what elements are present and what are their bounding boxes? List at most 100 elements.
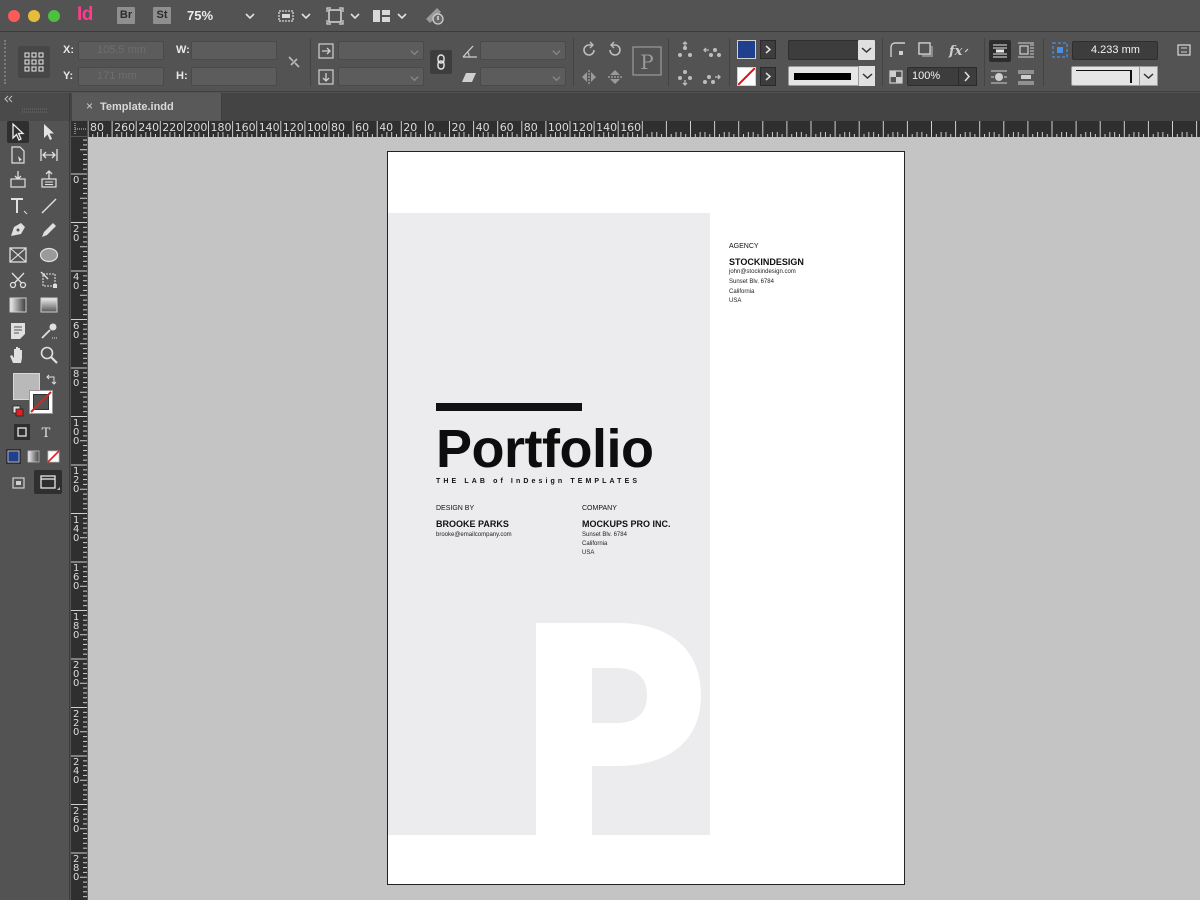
gap-spacing-field[interactable]: 4.233 mm bbox=[1072, 41, 1158, 60]
view-options-dropdown-icon[interactable] bbox=[301, 11, 311, 21]
select-previous-object-icon[interactable] bbox=[702, 40, 722, 60]
direct-selection-tool-icon[interactable] bbox=[38, 121, 60, 143]
y-position-field[interactable]: 171 mm bbox=[78, 67, 164, 86]
formatting-affects-container-icon[interactable] bbox=[11, 421, 33, 443]
shear-field[interactable] bbox=[480, 67, 566, 86]
agency-country[interactable]: USA bbox=[729, 297, 741, 307]
rotation-angle-icon[interactable] bbox=[460, 41, 480, 61]
width-field[interactable] bbox=[191, 41, 277, 60]
gap-tool-icon[interactable] bbox=[38, 144, 60, 166]
stroke-weight-field[interactable] bbox=[788, 40, 875, 60]
type-tool-icon[interactable] bbox=[7, 195, 29, 217]
free-transform-tool-icon[interactable] bbox=[38, 269, 60, 291]
minimize-window-button[interactable] bbox=[28, 10, 40, 22]
default-colors-icon[interactable] bbox=[12, 404, 24, 417]
designer-name[interactable]: BROOKE PARKS bbox=[436, 519, 509, 529]
apply-gradient-icon[interactable] bbox=[23, 445, 45, 467]
document-page[interactable]: Portfolio THE LAB of InDesign TEMPLATES … bbox=[387, 151, 905, 885]
horizontal-ruler[interactable]: 80 260 240 220 200 180 160 140 120 100 80 60 40 20 0 20… bbox=[88, 121, 1200, 137]
screen-mode-tool-icon[interactable] bbox=[34, 470, 62, 494]
close-window-button[interactable] bbox=[8, 10, 20, 22]
drop-shadow-icon[interactable] bbox=[916, 40, 936, 60]
apply-color-icon[interactable] bbox=[3, 445, 25, 467]
close-tab-icon[interactable]: × bbox=[86, 99, 93, 113]
chevron-down-icon[interactable] bbox=[410, 72, 419, 82]
gradient-swatch-tool-icon[interactable] bbox=[7, 294, 29, 316]
select-next-object-icon[interactable] bbox=[702, 67, 722, 87]
agency-email[interactable]: john@stockindesign.com bbox=[729, 268, 796, 278]
constrain-scale-icon[interactable] bbox=[430, 50, 452, 74]
stroke-swatch-none[interactable] bbox=[737, 67, 756, 86]
formatting-affects-text-icon[interactable]: T bbox=[35, 421, 57, 443]
scale-y-field[interactable] bbox=[338, 67, 424, 86]
height-field[interactable] bbox=[191, 67, 277, 86]
chevron-down-icon[interactable] bbox=[552, 46, 561, 56]
flip-vertical-icon[interactable] bbox=[605, 67, 625, 87]
stroke-type-field[interactable] bbox=[788, 66, 875, 86]
shear-angle-icon[interactable] bbox=[460, 67, 480, 87]
swap-colors-icon[interactable] bbox=[45, 373, 57, 385]
company-label[interactable]: COMPANY bbox=[582, 505, 617, 512]
rotation-field[interactable] bbox=[480, 41, 566, 60]
stock-button[interactable]: St bbox=[153, 7, 171, 24]
vertical-ruler[interactable]: 0 20 40 60 80 100 120 140 160 180 200 220 240 260 280 bbox=[71, 137, 87, 900]
pen-tool-icon[interactable] bbox=[7, 219, 29, 241]
scale-x-icon[interactable] bbox=[316, 41, 336, 61]
scale-y-icon[interactable] bbox=[316, 67, 336, 87]
select-content-icon[interactable] bbox=[675, 67, 695, 87]
hand-tool-icon[interactable] bbox=[7, 344, 29, 366]
collapse-arrows-icon[interactable] bbox=[0, 93, 70, 121]
bridge-button[interactable]: Br bbox=[117, 7, 135, 24]
stroke-color-swatch[interactable] bbox=[29, 390, 53, 414]
chevron-down-icon[interactable] bbox=[410, 46, 419, 56]
portfolio-title[interactable]: Portfolio bbox=[436, 418, 654, 480]
select-container-icon[interactable] bbox=[675, 40, 695, 60]
company-name[interactable]: MOCKUPS PRO INC. bbox=[582, 519, 671, 529]
view-options-icon[interactable] bbox=[278, 8, 296, 29]
selection-tool-icon[interactable] bbox=[7, 121, 29, 143]
document-tab[interactable]: × Template.indd bbox=[72, 93, 222, 121]
ruler-origin[interactable] bbox=[71, 121, 88, 137]
pencil-tool-icon[interactable] bbox=[38, 219, 60, 241]
zoom-level[interactable]: 75% bbox=[187, 8, 213, 23]
note-tool-icon[interactable] bbox=[7, 320, 29, 342]
text-wrap-jump-icon[interactable] bbox=[1016, 67, 1036, 87]
publish-online-icon[interactable] bbox=[423, 5, 447, 32]
screen-mode-dropdown-icon[interactable] bbox=[350, 11, 360, 21]
text-wrap-none-icon[interactable] bbox=[989, 40, 1011, 62]
title-accent-bar[interactable] bbox=[436, 403, 582, 411]
design-by-label[interactable]: DESIGN BY bbox=[436, 505, 474, 512]
frame-preview-dropdown[interactable] bbox=[1139, 66, 1158, 86]
stroke-menu-button[interactable] bbox=[760, 67, 776, 86]
chevron-down-icon[interactable] bbox=[858, 66, 875, 86]
zoom-tool-icon[interactable] bbox=[38, 344, 60, 366]
chevron-down-icon[interactable] bbox=[552, 72, 561, 82]
arrange-documents-dropdown-icon[interactable] bbox=[397, 11, 407, 21]
reference-point-icon[interactable] bbox=[18, 46, 50, 78]
screen-mode-icon[interactable] bbox=[326, 7, 344, 30]
zoom-window-button[interactable] bbox=[48, 10, 60, 22]
page-tool-icon[interactable] bbox=[7, 144, 29, 166]
constrain-proportions-icon[interactable] bbox=[284, 52, 304, 72]
opacity-menu-button[interactable] bbox=[958, 67, 977, 86]
auto-fit-icon[interactable] bbox=[1050, 40, 1070, 60]
agency-label[interactable]: AGENCY bbox=[729, 243, 759, 250]
zoom-dropdown-icon[interactable] bbox=[245, 11, 255, 21]
scissors-tool-icon[interactable] bbox=[7, 269, 29, 291]
corner-options-icon[interactable] bbox=[888, 40, 908, 60]
line-tool-icon[interactable] bbox=[38, 195, 60, 217]
flip-horizontal-icon[interactable] bbox=[579, 67, 599, 87]
gradient-feather-tool-icon[interactable] bbox=[38, 294, 60, 316]
panel-menu-icon[interactable] bbox=[1174, 40, 1194, 60]
rectangle-frame-tool-icon[interactable] bbox=[7, 244, 29, 266]
panel-grip[interactable] bbox=[4, 40, 8, 84]
company-country[interactable]: USA bbox=[582, 549, 594, 559]
eyedropper-tool-icon[interactable] bbox=[38, 320, 60, 342]
x-position-field[interactable]: 105.5 mm bbox=[78, 41, 164, 60]
agency-name[interactable]: STOCKINDESIGN bbox=[729, 257, 804, 267]
chevron-down-icon[interactable] bbox=[858, 40, 875, 60]
arrange-documents-icon[interactable] bbox=[372, 8, 392, 29]
fill-swatch[interactable] bbox=[737, 40, 756, 59]
opacity-icon[interactable] bbox=[886, 67, 906, 87]
effects-icon[interactable]: fx bbox=[947, 40, 971, 60]
